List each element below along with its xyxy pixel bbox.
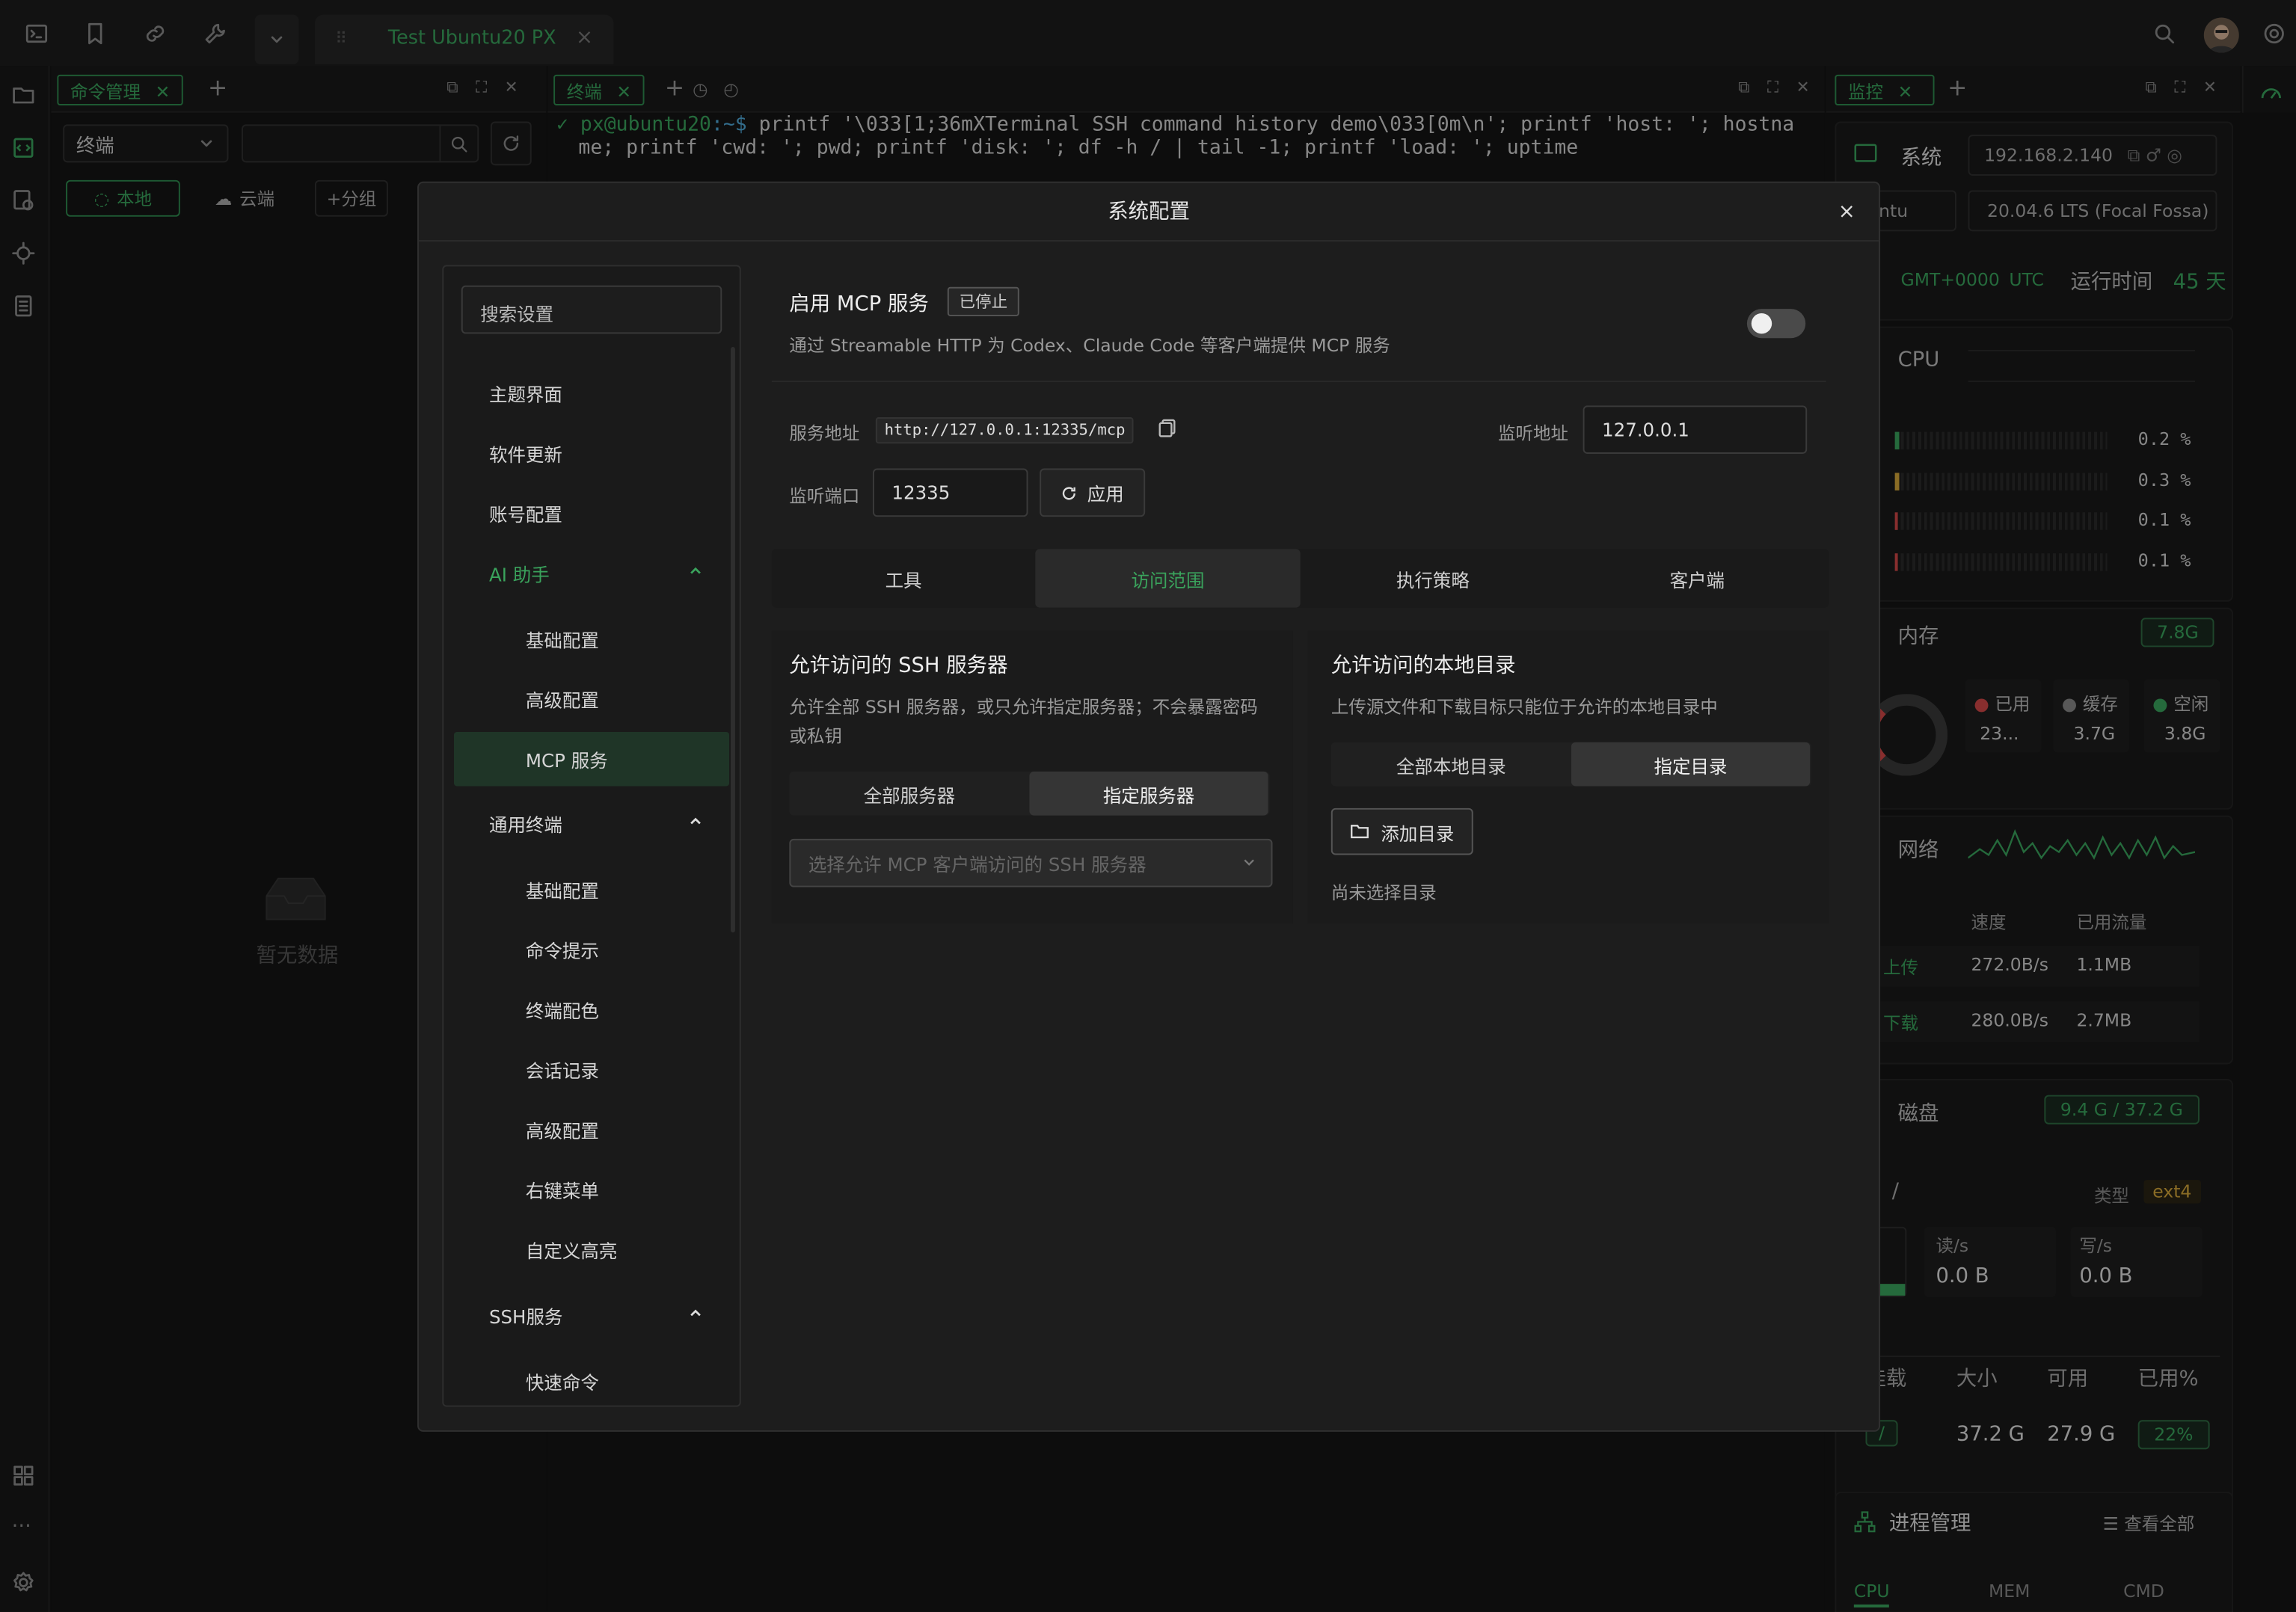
dir-description: 上传源文件和下载目标只能位于允许的本地目录中 [1330, 697, 1718, 718]
ssh-server-select[interactable]: 选择允许 MCP 客户端访问的 SSH 服务器 [789, 838, 1273, 887]
settings-content: 启用 MCP 服务 已停止 通过 Streamable HTTP 为 Codex… [771, 265, 1858, 1406]
nav-term-basic[interactable]: 基础配置 [454, 862, 729, 916]
nav-ai-assistant[interactable]: AI 助手 [454, 546, 729, 600]
listen-port-label: 监听端口 [789, 486, 860, 507]
mcp-header: 启用 MCP 服务 已停止 通过 Streamable HTTP 为 Codex… [771, 265, 1826, 383]
nav-account[interactable]: 账号配置 [454, 486, 729, 540]
settings-nav: 搜索设置 主题界面 软件更新 账号配置 AI 助手 基础配置 高级配置 MCP … [442, 265, 741, 1407]
ssh-select-placeholder: 选择允许 MCP 客户端访问的 SSH 服务器 [808, 853, 1147, 876]
dir-title: 允许访问的本地目录 [1330, 654, 1516, 678]
listen-port-value: 12335 [891, 482, 951, 504]
nav-label: 自定义高亮 [525, 1240, 618, 1262]
nav-session-log[interactable]: 会话记录 [454, 1042, 729, 1096]
nav-quick-command[interactable]: 快速命令 [454, 1354, 729, 1406]
nav-ai-advanced[interactable]: 高级配置 [454, 672, 729, 726]
close-icon[interactable]: × [1838, 200, 1855, 224]
nav-label: 账号配置 [488, 503, 562, 526]
nav-custom-highlight[interactable]: 自定义高亮 [454, 1222, 729, 1276]
apply-button[interactable]: 应用 [1040, 468, 1146, 517]
chevron-up-icon [688, 814, 703, 829]
refresh-icon [1061, 484, 1078, 501]
mcp-description: 通过 Streamable HTTP 为 Codex、Claude Code 等… [789, 335, 1390, 356]
apply-label: 应用 [1087, 483, 1124, 505]
settings-dialog: 系统配置 × 搜索设置 主题界面 软件更新 账号配置 AI 助手 基础配置 高级… [417, 181, 1881, 1432]
mcp-title: 启用 MCP 服务 [789, 292, 929, 316]
nav-label: 高级配置 [525, 689, 599, 712]
nav-label: 高级配置 [525, 1119, 599, 1142]
ssh-description-2: 或私钥 [789, 726, 842, 747]
ssh-mode-seg: 全部服务器 指定服务器 [789, 771, 1270, 816]
nav-terminal-colors[interactable]: 终端配色 [454, 982, 729, 1036]
add-dir-label: 添加目录 [1381, 822, 1455, 844]
folder-open-icon [1350, 822, 1370, 840]
tab-tools[interactable]: 工具 [772, 549, 1035, 607]
dir-specific-button[interactable]: 指定目录 [1571, 742, 1811, 787]
tab-clients[interactable]: 客户端 [1565, 549, 1829, 607]
ssh-specific-button[interactable]: 指定服务器 [1029, 771, 1268, 816]
nav-ssh-service[interactable]: SSH服务 [454, 1288, 729, 1342]
service-addr-value: http://127.0.0.1:12335/mcp [875, 417, 1135, 444]
nav-label: SSH服务 [488, 1305, 563, 1328]
copy-icon[interactable] [1158, 419, 1176, 437]
tab-exec-policy[interactable]: 执行策略 [1301, 549, 1565, 607]
nav-label: 主题界面 [488, 383, 562, 406]
chevron-up-icon [688, 564, 703, 579]
status-badge: 已停止 [947, 286, 1019, 316]
listen-addr-value: 127.0.0.1 [1602, 418, 1689, 441]
nav-scrollbar[interactable] [731, 347, 735, 933]
nav-label: 会话记录 [525, 1059, 599, 1082]
dialog-title: 系统配置 [418, 183, 1879, 242]
mcp-tabs: 工具 访问范围 执行策略 客户端 [771, 549, 1829, 608]
nav-label: 基础配置 [525, 629, 599, 652]
no-dir-text: 尚未选择目录 [1330, 882, 1437, 904]
ssh-title: 允许访问的 SSH 服务器 [789, 654, 1008, 678]
dir-mode-seg: 全部本地目录 指定目录 [1330, 742, 1812, 787]
mcp-toggle[interactable] [1746, 309, 1806, 339]
nav-label: 快速命令 [525, 1371, 599, 1394]
listen-addr-label: 监听地址 [1498, 422, 1569, 444]
nav-label: 命令提示 [525, 940, 599, 962]
nav-ai-basic[interactable]: 基础配置 [454, 612, 729, 665]
dir-all-button[interactable]: 全部本地目录 [1331, 742, 1571, 787]
nav-term-advanced[interactable]: 高级配置 [454, 1102, 729, 1156]
nav-label: 右键菜单 [525, 1180, 599, 1202]
tab-access-scope[interactable]: 访问范围 [1035, 549, 1301, 608]
listen-addr-input[interactable]: 127.0.0.1 [1583, 405, 1808, 454]
nav-label: 软件更新 [488, 443, 562, 466]
nav-label: 终端配色 [525, 1000, 599, 1022]
settings-search-input[interactable]: 搜索设置 [461, 285, 722, 334]
nav-general-terminal[interactable]: 通用终端 [454, 796, 729, 850]
nav-update[interactable]: 软件更新 [454, 426, 729, 480]
listen-port-input[interactable]: 12335 [872, 468, 1028, 517]
nav-context-menu[interactable]: 右键菜单 [454, 1163, 729, 1216]
ssh-access-section: 允许访问的 SSH 服务器 允许全部 SSH 服务器，或只允许指定服务器；不会暴… [771, 630, 1293, 924]
ssh-description: 允许全部 SSH 服务器，或只允许指定服务器；不会暴露密码 [789, 697, 1258, 718]
nav-command-hint[interactable]: 命令提示 [454, 923, 729, 976]
ssh-all-button[interactable]: 全部服务器 [789, 772, 1029, 816]
nav-label: 通用终端 [488, 813, 562, 837]
nav-mcp-service[interactable]: MCP 服务 [453, 732, 730, 787]
nav-label: 基础配置 [525, 879, 599, 902]
service-addr-label: 服务地址 [789, 422, 860, 444]
nav-label: MCP 服务 [525, 749, 608, 772]
chevron-down-icon [1241, 855, 1256, 870]
add-dir-button[interactable]: 添加目录 [1330, 807, 1473, 855]
chevron-up-icon [688, 1306, 703, 1321]
dir-access-section: 允许访问的本地目录 上传源文件和下载目标只能位于允许的本地目录中 全部本地目录 … [1307, 630, 1829, 924]
nav-label: AI 助手 [488, 563, 550, 586]
nav-theme[interactable]: 主题界面 [454, 366, 729, 420]
